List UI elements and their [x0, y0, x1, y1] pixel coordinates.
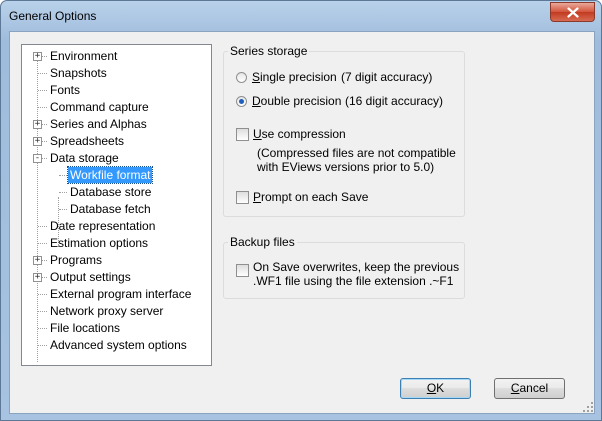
tree-item-label: Snapshots [50, 66, 107, 80]
tree-item-data-storage[interactable]: - Data storage [22, 150, 210, 166]
tree-item-label: Spreadsheets [50, 134, 125, 148]
tree-item-label: Estimation options [50, 236, 149, 250]
expand-icon[interactable]: + [33, 52, 42, 61]
close-icon [566, 6, 579, 18]
series-storage-legend: Series storage [230, 44, 308, 58]
backup-files-legend: Backup files [230, 235, 295, 249]
tree-item-date-representation[interactable]: Date representation [22, 218, 210, 234]
checkbox[interactable] [236, 128, 249, 141]
tree-item-label: Workfile format [66, 166, 154, 184]
tree-item-label: Fonts [50, 83, 81, 97]
tree-item-series-and-alphas[interactable]: + Series and Alphas [22, 116, 210, 132]
tree-item-label: Data storage [50, 151, 119, 165]
tree-item-database-store[interactable]: Database store [22, 184, 210, 200]
use-compression-label: Use compression [253, 127, 346, 141]
resize-grip-icon[interactable] [583, 402, 593, 412]
expand-icon[interactable]: + [33, 273, 42, 282]
tree-item-label: Date representation [50, 219, 156, 233]
tree-item-fonts[interactable]: Fonts [22, 82, 210, 98]
tree-item-label: Database store [70, 185, 152, 199]
tree-item-external-program-interface[interactable]: External program interface [22, 286, 210, 302]
ok-button[interactable]: OK [400, 378, 471, 399]
dialog-body: + Environment Snapshots Fonts Command ca… [9, 31, 595, 414]
tree-item-database-fetch[interactable]: Database fetch [22, 201, 210, 217]
tree-item-workfile-format[interactable]: Workfile format [22, 166, 210, 184]
tree-item-label: Programs [50, 253, 103, 267]
options-tree[interactable]: + Environment Snapshots Fonts Command ca… [21, 44, 212, 366]
double-precision-label: Double precision [252, 94, 342, 108]
tree-item-file-locations[interactable]: File locations [22, 320, 210, 336]
tree-item-label: Database fetch [70, 202, 151, 216]
window-title: General Options [9, 9, 97, 23]
radio-button-selected[interactable] [236, 96, 247, 107]
tree-item-spreadsheets[interactable]: + Spreadsheets [22, 133, 210, 149]
backup-label: On Save overwrites, keep the previous .W… [253, 260, 459, 288]
compression-note: (Compressed files are not compatible wit… [257, 146, 456, 174]
tree-item-snapshots[interactable]: Snapshots [22, 65, 210, 81]
tree-item-label: Command capture [50, 100, 149, 114]
checkbox[interactable] [236, 264, 249, 277]
tree-item-network-proxy-server[interactable]: Network proxy server [22, 303, 210, 319]
tree-item-environment[interactable]: + Environment [22, 48, 210, 64]
compression-note-line: (Compressed files are not compatible [257, 146, 456, 160]
general-options-window: General Options + Environment Snapshots [0, 0, 602, 421]
collapse-icon[interactable]: - [33, 154, 42, 163]
cancel-button[interactable]: Cancel [494, 378, 565, 399]
tree-item-label: Advanced system options [50, 338, 187, 352]
expand-icon[interactable]: + [33, 256, 42, 265]
tree-item-estimation-options[interactable]: Estimation options [22, 235, 210, 251]
single-precision-label: Single precision [252, 70, 337, 84]
prompt-on-save-label: Prompt on each Save [253, 190, 369, 204]
tree-item-label: Series and Alphas [50, 117, 147, 131]
tree-item-label: File locations [50, 321, 121, 335]
backup-label-line: On Save overwrites, keep the previous [253, 260, 460, 274]
backup-label-line: .WF1 file using the file extension .~F1 [253, 274, 454, 288]
tree-item-label: External program interface [50, 287, 192, 301]
checkbox[interactable] [236, 191, 249, 204]
expand-icon[interactable]: + [33, 120, 42, 129]
tree-item-programs[interactable]: + Programs [22, 252, 210, 268]
radio-button[interactable] [236, 72, 247, 83]
tree-item-label: Environment [50, 49, 118, 63]
tree-item-command-capture[interactable]: Command capture [22, 99, 210, 115]
tree-item-label: Output settings [50, 270, 131, 284]
double-precision-accuracy: (16 digit accuracy) [345, 94, 444, 108]
title-bar[interactable]: General Options [1, 1, 601, 31]
tree-item-label: Network proxy server [50, 304, 164, 318]
single-precision-accuracy: (7 digit accuracy) [341, 70, 433, 84]
close-button[interactable] [550, 2, 595, 22]
tree-item-output-settings[interactable]: + Output settings [22, 269, 210, 285]
compression-note-line: with EViews versions prior to 5.0) [257, 160, 435, 174]
tree-item-advanced-system-options[interactable]: Advanced system options [22, 337, 210, 353]
expand-icon[interactable]: + [33, 137, 42, 146]
